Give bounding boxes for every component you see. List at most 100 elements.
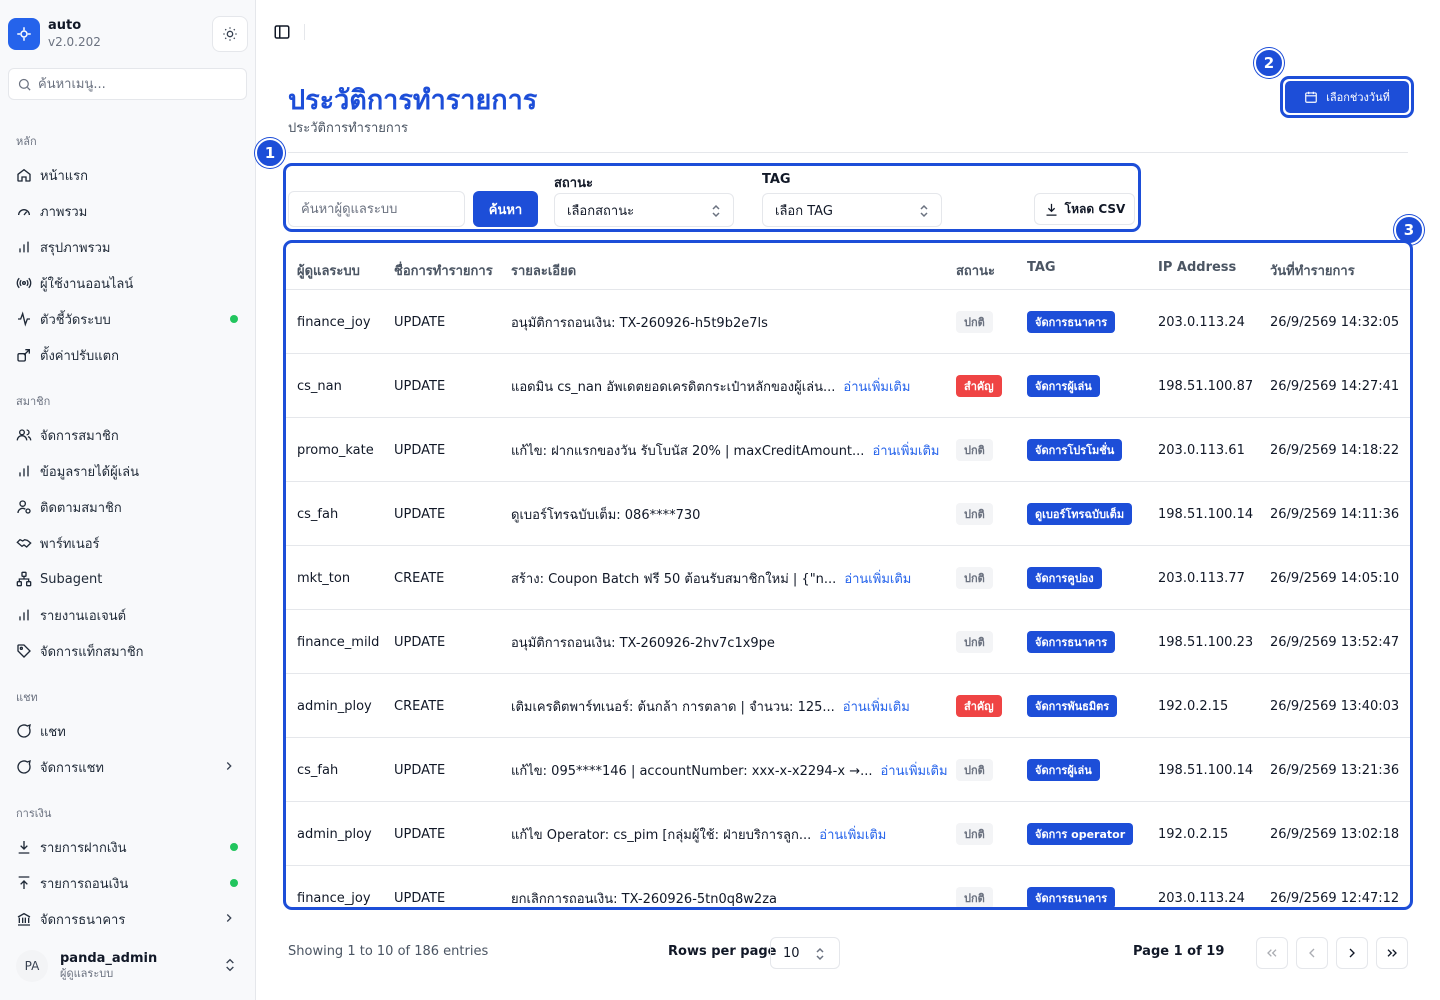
cell-admin: finance_joy <box>297 890 371 906</box>
cell-detail: แก้ไข Operator: cs_pim [กลุ่มผู้ใช้: ฝ่า… <box>511 802 886 866</box>
sidebar-item-system-metrics[interactable]: ตัวชี้วัดระบบ <box>8 303 248 335</box>
detail-text: อนุมัติการถอนเงิน: TX-260926-h5t9b2e7ls <box>511 315 768 331</box>
column-header-date[interactable]: วันที่ทำรายการ <box>1270 260 1355 281</box>
table-row[interactable]: cs_nan UPDATE แอดมิน cs_nan อัพเดตยอดเครดิ… <box>286 353 1410 417</box>
tag-badge: ดูเบอร์โทรฉบับเต็ม <box>1027 503 1133 525</box>
column-header-admin[interactable]: ผู้ดูแลระบบ <box>297 260 360 281</box>
cell-date: 26/9/2569 13:52:47 <box>1270 634 1400 650</box>
sidebar-item-banks[interactable]: จัดการธนาคาร <box>8 903 248 935</box>
read-more-link[interactable]: อ่านเพิ่มเติม <box>872 440 939 461</box>
menu-search[interactable] <box>8 68 247 100</box>
sidebar-toggle-button[interactable] <box>272 22 292 42</box>
divider <box>288 152 1408 153</box>
first-page-button[interactable] <box>1256 937 1288 969</box>
sidebar-item-withdrawals[interactable]: รายการถอนเงิน <box>8 867 248 899</box>
handshake-icon <box>16 535 32 551</box>
divider <box>304 24 305 40</box>
sidebar-item-subagent[interactable]: Subagent <box>8 563 248 595</box>
cell-tag: ดูเบอร์โทรฉบับเต็ม <box>1027 482 1133 546</box>
sidebar-item-partners[interactable]: พาร์ทเนอร์ <box>8 527 248 559</box>
read-more-link[interactable]: อ่านเพิ่มเติม <box>819 824 886 845</box>
sidebar-item-deposits[interactable]: รายการฝากเงิน <box>8 831 248 863</box>
panel-left-icon <box>274 25 290 39</box>
rows-per-page-select[interactable]: 10 <box>770 937 840 969</box>
search-button[interactable]: ค้นหา <box>473 191 538 227</box>
page-subtitle: ประวัติการทำรายการ <box>288 121 409 136</box>
menu-search-input[interactable] <box>38 76 238 92</box>
detail-text: อนุมัติการถอนเงิน: TX-260926-2hv7c1x9pe <box>511 635 775 651</box>
avatar: PA <box>16 950 48 982</box>
sidebar-item-online-users[interactable]: ผู้ใช้งานออนไลน์ <box>8 267 248 299</box>
table-row[interactable]: cs_fah UPDATE แก้ไข: 095****146 | accountN… <box>286 737 1410 801</box>
cell-ip: 192.0.2.15 <box>1158 826 1229 842</box>
sidebar-item-home[interactable]: หน้าแรก <box>8 159 248 191</box>
table-row[interactable]: promo_kate UPDATE แก้ไข: ฝากแรกของวัน รับโ… <box>286 417 1410 481</box>
cell-tag: จัดการ operator <box>1027 802 1134 866</box>
table-row[interactable]: finance_joy UPDATE อนุมัติการถอนเงิน: TX-2… <box>286 289 1410 353</box>
table-row[interactable]: finance_joy UPDATE ยกเลิกการถอนเงิน: TX-26… <box>286 865 1410 907</box>
sidebar-item-overview[interactable]: ภาพรวม <box>8 195 248 227</box>
sidebar-item-manage-chat[interactable]: จัดการแชท <box>8 751 248 783</box>
sidebar-item-summary[interactable]: สรุปภาพรวม <box>8 231 248 263</box>
sidebar-item-label: จัดการแชท <box>40 760 104 776</box>
cell-admin: admin_ploy <box>297 826 372 842</box>
cell-date: 26/9/2569 13:21:36 <box>1270 762 1400 778</box>
sidebar-item-settings[interactable]: ตั้งค่าปรับแตก <box>8 339 248 371</box>
table-row[interactable]: cs_fah UPDATE ดูเบอร์โทรฉบับเต็ม: 086****7… <box>286 481 1410 545</box>
date-range-button[interactable]: เลือกช่วงวันที่ <box>1285 81 1409 113</box>
section-title-members: สมาชิก <box>16 395 51 408</box>
user-role: ผู้ดูแลระบบ <box>60 967 114 980</box>
sidebar-item-agent-report[interactable]: รายงานเอเจนต์ <box>8 599 248 631</box>
user-menu[interactable]: PA panda_admin ผู้ดูแลระบบ <box>8 944 248 988</box>
table-row[interactable]: admin_ploy CREATE เติมเครดิตพาร์ทเนอร์: ต้… <box>286 673 1410 737</box>
cell-action: UPDATE <box>394 378 446 394</box>
tag-badge: จัดการธนาคาร <box>1027 887 1116 907</box>
sidebar-item-manage-members[interactable]: จัดการสมาชิก <box>8 419 248 451</box>
cell-ip: 192.0.2.15 <box>1158 698 1229 714</box>
tag-select[interactable]: เลือก TAG <box>762 193 942 227</box>
cell-date: 26/9/2569 14:27:41 <box>1270 378 1400 394</box>
status-badge: ปกติ <box>956 887 993 907</box>
column-header-tag[interactable]: TAG <box>1027 260 1056 275</box>
sun-icon <box>223 27 237 41</box>
cell-action: UPDATE <box>394 506 446 522</box>
table-row[interactable]: admin_ploy UPDATE แก้ไข Operator: cs_pim [… <box>286 801 1410 865</box>
cell-admin: finance_joy <box>297 314 371 330</box>
page-title: ประวัติการทำรายการ <box>288 85 538 116</box>
column-header-action[interactable]: ชื่อการทำรายการ <box>394 260 493 281</box>
column-header-status[interactable]: สถานะ <box>956 260 995 281</box>
chevron-up-down-icon <box>222 956 238 978</box>
column-header-ip[interactable]: IP Address <box>1158 260 1236 275</box>
cell-date: 26/9/2569 12:47:12 <box>1270 890 1400 906</box>
table-row[interactable]: mkt_ton CREATE สร้าง: Coupon Batch ฟรี 50 … <box>286 545 1410 609</box>
sidebar-item-track-members[interactable]: ติดตามสมาชิก <box>8 491 248 523</box>
next-page-button[interactable] <box>1336 937 1368 969</box>
read-more-link[interactable]: อ่านเพิ่มเติม <box>843 376 910 397</box>
previous-page-button[interactable] <box>1296 937 1328 969</box>
tag-badge: จัดการคูปอง <box>1027 567 1102 589</box>
date-range-highlight: เลือกช่วงวันที่ <box>1280 76 1414 118</box>
read-more-link[interactable]: อ่านเพิ่มเติม <box>844 568 911 589</box>
read-more-link[interactable]: อ่านเพิ่มเติม <box>843 696 910 717</box>
column-header-detail[interactable]: รายละเอียด <box>511 260 576 281</box>
sidebar-item-chat[interactable]: แชท <box>8 715 248 747</box>
status-select-value: เลือกสถานะ <box>567 203 635 219</box>
download-csv-button[interactable]: โหลด CSV <box>1034 193 1135 225</box>
app-logo-icon <box>8 18 40 50</box>
last-page-button[interactable] <box>1376 937 1408 969</box>
status-badge: ปกติ <box>956 631 993 653</box>
read-more-link[interactable]: อ่านเพิ่มเติม <box>881 760 948 781</box>
admin-search-input[interactable] <box>288 191 465 227</box>
sidebar-item-player-income[interactable]: ข้อมูลรายได้ผู้เล่น <box>8 455 248 487</box>
status-select[interactable]: เลือกสถานะ <box>554 193 734 227</box>
sidebar-item-label: ผู้ใช้งานออนไลน์ <box>40 276 134 292</box>
upload-icon <box>16 875 32 891</box>
status-badge: ปกติ <box>956 759 993 781</box>
sidebar-item-member-tags[interactable]: จัดการแท็กสมาชิก <box>8 635 248 667</box>
table-row[interactable]: finance_mild UPDATE อนุมัติการถอนเงิน: TX-… <box>286 609 1410 673</box>
settings-share-icon <box>16 347 32 363</box>
cell-status: ปกติ <box>956 802 993 866</box>
cell-ip: 198.51.100.23 <box>1158 634 1254 650</box>
cell-action: UPDATE <box>394 442 446 458</box>
theme-toggle-button[interactable] <box>212 16 248 52</box>
